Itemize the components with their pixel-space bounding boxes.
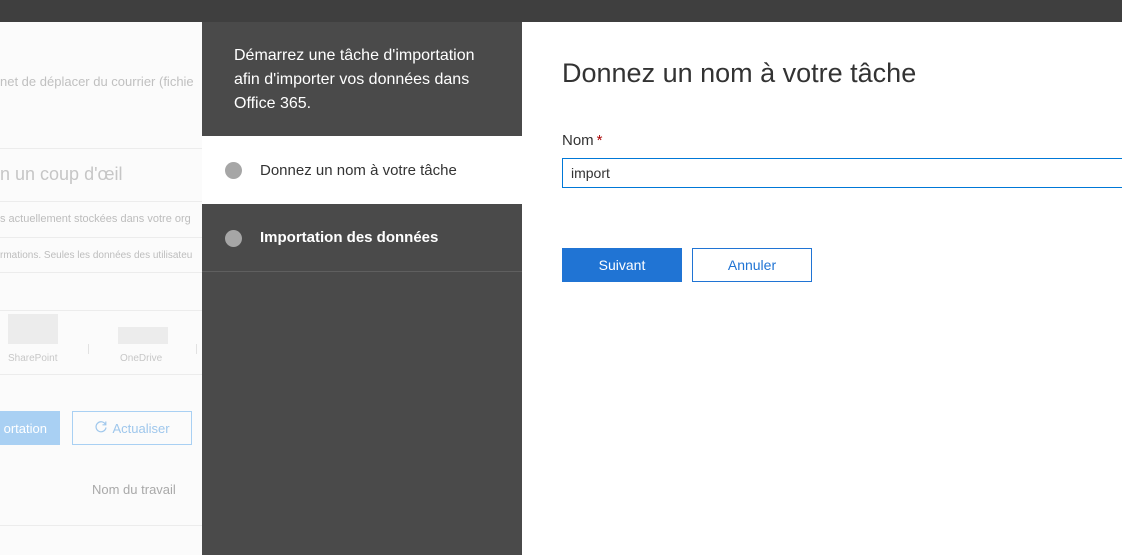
wizard-panel: Démarrez une tâche d'importation afin d'… <box>202 22 522 555</box>
background-page: net de déplacer du courrier (fichie n un… <box>0 22 202 555</box>
wizard-step-name-task[interactable]: Donnez un nom à votre tâche <box>202 136 522 204</box>
task-name-input[interactable] <box>562 158 1122 188</box>
bg-import-label: ortation <box>3 420 47 436</box>
bg-divider <box>0 201 202 202</box>
bg-column-header: Nom du travail <box>92 482 176 497</box>
bg-divider <box>0 272 202 273</box>
top-bar <box>0 0 1122 22</box>
bg-divider <box>0 237 202 238</box>
bg-chart-tick <box>196 344 197 354</box>
bg-heading: n un coup d'œil <box>0 164 123 184</box>
bg-chart-tick <box>88 344 89 354</box>
form-panel: Donnez un nom à votre tâche Nom* Suivant… <box>522 22 1122 555</box>
wizard-step-label: Importation des données <box>260 229 439 246</box>
bg-chart-label: OneDrive <box>120 353 163 364</box>
next-button[interactable]: Suivant <box>562 248 682 282</box>
wizard-intro: Démarrez une tâche d'importation afin d'… <box>202 22 522 136</box>
bg-text-line: s actuellement stockées dans votre org <box>0 213 191 225</box>
step-status-icon <box>225 230 242 247</box>
bg-divider <box>0 310 202 311</box>
bg-divider <box>0 374 202 375</box>
required-marker: * <box>596 132 603 149</box>
bg-import-button: ortation <box>0 411 60 445</box>
bg-description: net de déplacer du courrier (fichie <box>0 74 194 89</box>
cancel-button[interactable]: Annuler <box>692 248 812 282</box>
step-status-icon <box>225 162 242 179</box>
bg-divider <box>0 525 202 526</box>
wizard-step-import-data[interactable]: Importation des données <box>202 204 522 272</box>
bg-refresh-label: Actualiser <box>112 420 170 436</box>
bg-divider <box>0 148 202 149</box>
wizard-step-label: Donnez un nom à votre tâche <box>260 161 457 179</box>
bg-refresh-button: Actualiser <box>72 411 192 445</box>
bg-chart-bar <box>8 314 58 344</box>
name-field-label: Nom * <box>562 132 603 149</box>
bg-text-line: rmations. Seules les données des utilisa… <box>0 250 193 261</box>
bg-chart-bar <box>118 327 168 344</box>
refresh-icon <box>94 420 108 437</box>
page-title: Donnez un nom à votre tâche <box>562 58 917 88</box>
bg-chart-label: SharePoint <box>8 353 58 364</box>
name-label-text: Nom <box>562 132 594 149</box>
